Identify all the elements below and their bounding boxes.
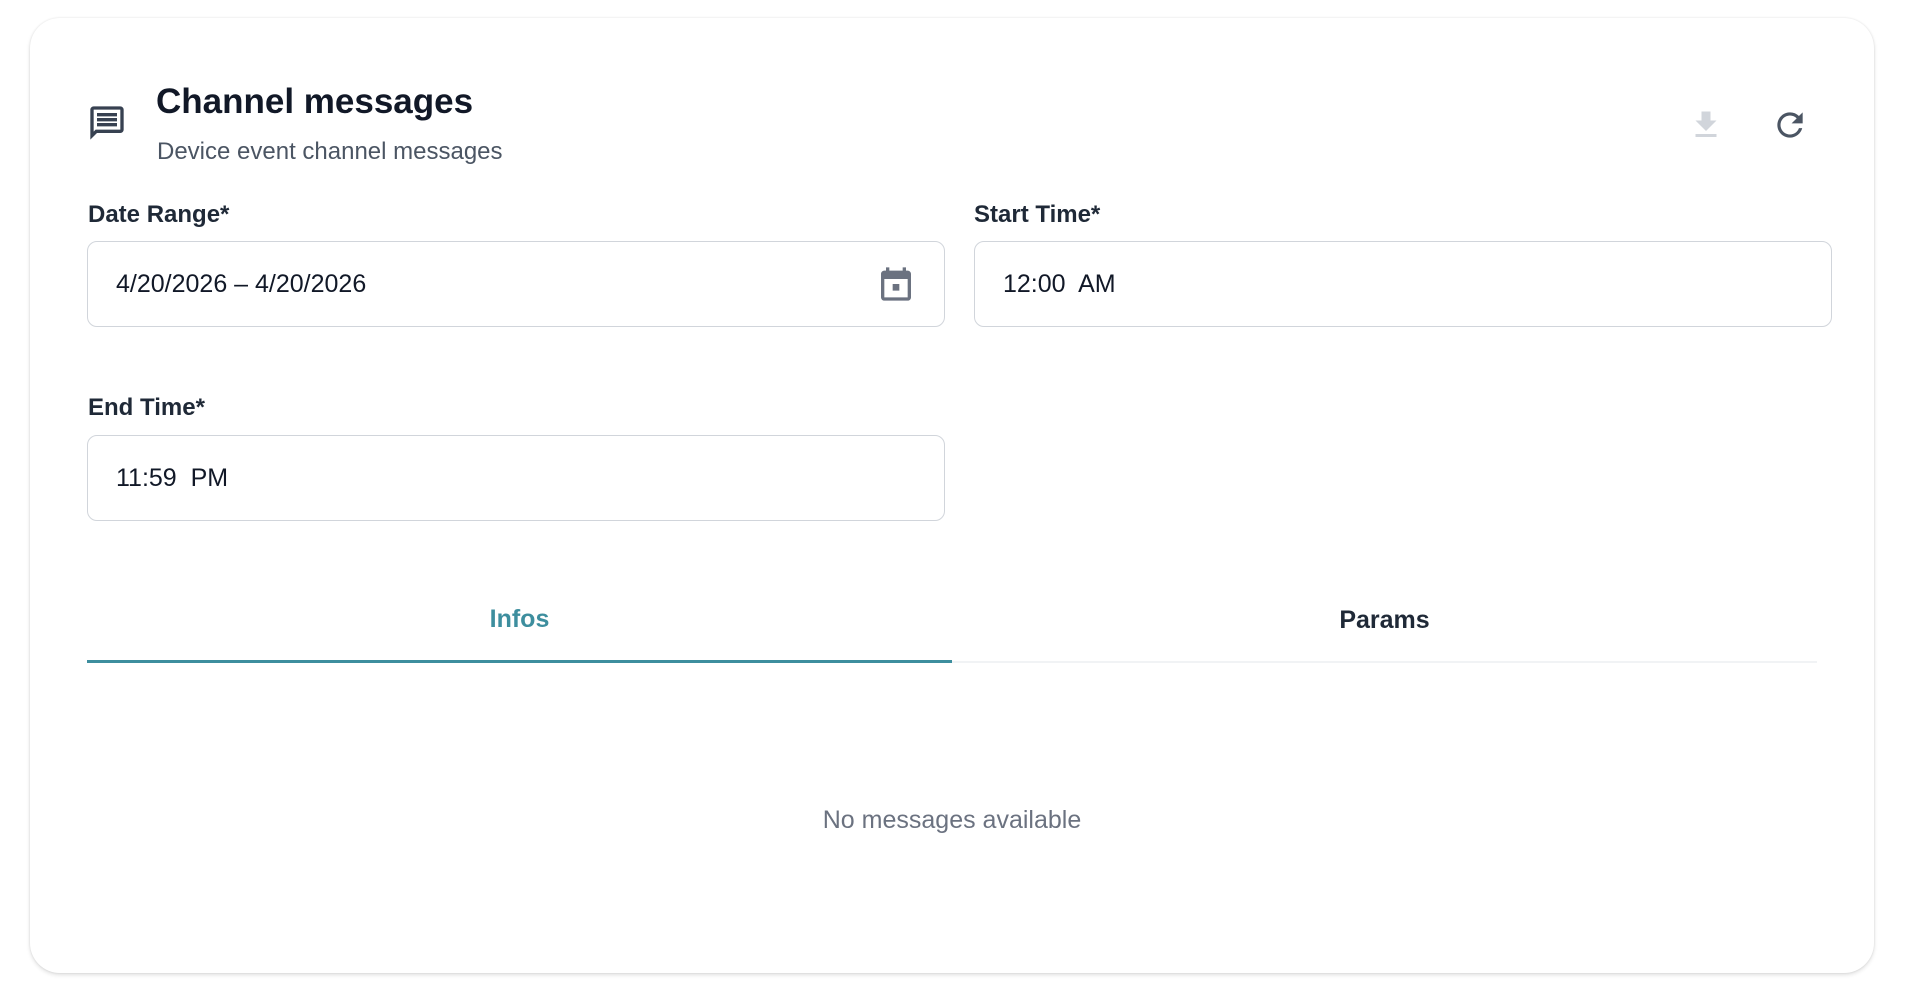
start-time-value: 12:00 AM (1003, 269, 1116, 298)
date-range-label: Date Range* (88, 201, 230, 228)
start-time-label: Start Time* (974, 201, 1101, 228)
date-range-value: 4/20/2026 – 4/20/2026 (116, 269, 367, 298)
end-time-label: End Time* (88, 394, 205, 421)
start-time-input[interactable]: 12:00 AM (974, 241, 1832, 327)
refresh-button[interactable] (1764, 101, 1816, 153)
end-time-value: 11:59 PM (116, 463, 229, 492)
card-title: Channel messages (156, 82, 474, 121)
tab-params[interactable]: Params (952, 578, 1817, 663)
card-subtitle: Device event channel messages (157, 138, 503, 165)
empty-state-message: No messages available (822, 806, 1082, 834)
tab-infos[interactable]: Infos (87, 578, 952, 663)
message-icon (87, 103, 127, 143)
message-tabs: Infos Params (87, 578, 1817, 663)
channel-messages-card: Channel messages Device event channel me… (30, 18, 1874, 973)
end-time-input[interactable]: 11:59 PM (87, 435, 945, 521)
download-button[interactable] (1680, 101, 1732, 153)
download-icon (1688, 107, 1724, 148)
calendar-icon[interactable] (876, 264, 916, 304)
date-range-input[interactable]: 4/20/2026 – 4/20/2026 (87, 241, 945, 327)
refresh-icon (1771, 106, 1809, 149)
